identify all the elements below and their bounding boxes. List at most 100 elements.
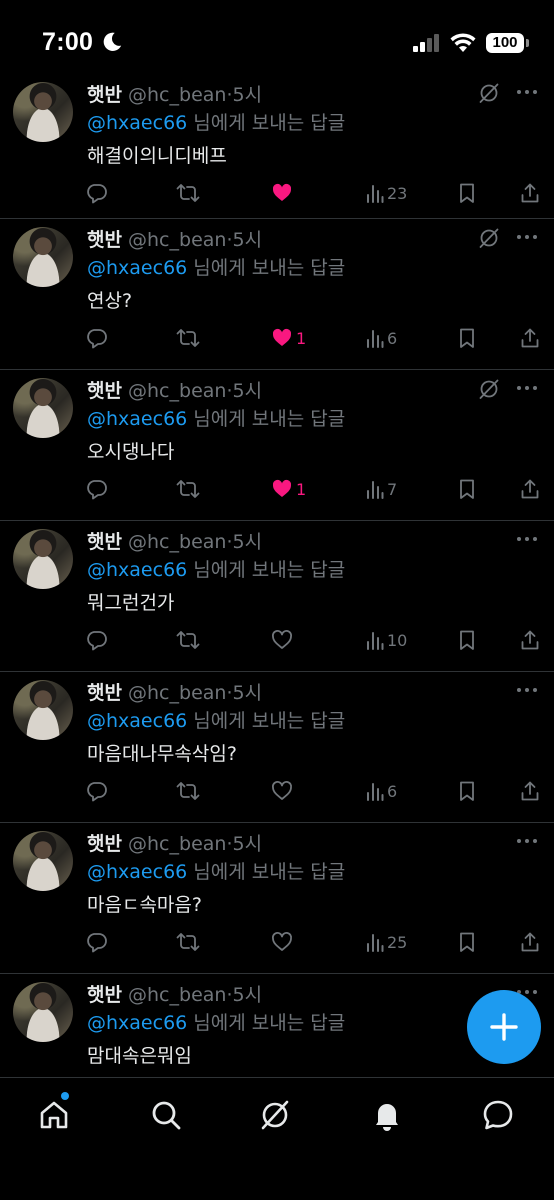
view-count: 6 xyxy=(387,328,398,348)
mention-link[interactable]: @hxaec66 xyxy=(87,861,187,883)
retweet-button[interactable] xyxy=(176,627,203,653)
views-button[interactable]: 25 xyxy=(366,929,407,955)
share-button[interactable] xyxy=(520,180,540,206)
like-button[interactable] xyxy=(271,180,296,206)
timestamp[interactable]: 5시 xyxy=(233,229,263,251)
timestamp[interactable]: 5시 xyxy=(233,380,263,402)
more-options-icon[interactable] xyxy=(515,82,539,106)
timestamp[interactable]: 5시 xyxy=(233,833,263,855)
mention-link[interactable]: @hxaec66 xyxy=(87,1012,187,1034)
nav-grok[interactable] xyxy=(255,1095,295,1135)
search-icon xyxy=(152,1101,181,1130)
views-button[interactable]: 6 xyxy=(366,325,397,351)
bookmark-button[interactable] xyxy=(457,778,477,804)
more-options-icon[interactable] xyxy=(515,227,539,251)
bookmark-button[interactable] xyxy=(457,929,477,955)
retweet-button[interactable] xyxy=(176,325,203,351)
reply-button[interactable] xyxy=(86,180,111,206)
share-button[interactable] xyxy=(520,627,540,653)
more-options-icon[interactable] xyxy=(515,378,539,402)
views-button[interactable]: 7 xyxy=(366,476,397,502)
like-button[interactable]: 1 xyxy=(271,325,306,351)
like-button[interactable] xyxy=(271,929,296,955)
tweet[interactable]: 햇반 @hc_bean·5시 @hxaec66 님에게 보내는 답글 마음대나무속삭… xyxy=(0,671,554,822)
bookmark-button[interactable] xyxy=(457,325,477,351)
views-button[interactable]: 23 xyxy=(366,180,407,206)
share-button[interactable] xyxy=(520,778,540,804)
tweet-header: 햇반 @hc_bean·5시 xyxy=(87,376,262,403)
more-options-icon[interactable] xyxy=(515,680,539,704)
nav-search[interactable] xyxy=(146,1095,186,1135)
display-name[interactable]: 햇반 xyxy=(87,84,122,106)
reply-feed[interactable]: 햇반 @hc_bean·5시 @hxaec66 님에게 보내는 답글 해결이의니디베… xyxy=(0,74,554,1077)
avatar[interactable] xyxy=(13,82,73,142)
display-name[interactable]: 햇반 xyxy=(87,682,122,704)
timestamp[interactable]: 5시 xyxy=(233,531,263,553)
share-button[interactable] xyxy=(520,929,540,955)
like-button[interactable] xyxy=(271,778,296,804)
avatar[interactable] xyxy=(13,227,73,287)
like-button[interactable]: 1 xyxy=(271,476,306,502)
tweet[interactable]: 햇반 @hc_bean·5시 @hxaec66 님에게 보내는 답글 마음ㄷ속마음?… xyxy=(0,822,554,973)
display-name[interactable]: 햇반 xyxy=(87,833,122,855)
username[interactable]: @hc_bean xyxy=(128,682,226,704)
bookmark-button[interactable] xyxy=(457,180,477,206)
views-button[interactable]: 10 xyxy=(366,627,407,653)
username[interactable]: @hc_bean xyxy=(128,229,226,251)
mention-link[interactable]: @hxaec66 xyxy=(87,257,187,279)
display-name[interactable]: 햇반 xyxy=(87,531,122,553)
mention-link[interactable]: @hxaec66 xyxy=(87,408,187,430)
timestamp[interactable]: 5시 xyxy=(233,682,263,704)
username[interactable]: @hc_bean xyxy=(128,380,226,402)
retweet-button[interactable] xyxy=(176,929,203,955)
retweet-button[interactable] xyxy=(176,476,203,502)
grok-icon[interactable] xyxy=(478,227,500,253)
avatar[interactable] xyxy=(13,982,73,1042)
avatar[interactable] xyxy=(13,378,73,438)
username[interactable]: @hc_bean xyxy=(128,84,226,106)
username[interactable]: @hc_bean xyxy=(128,984,226,1006)
mention-link[interactable]: @hxaec66 xyxy=(87,112,187,134)
tweet[interactable]: 햇반 @hc_bean·5시 @hxaec66 님에게 보내는 답글 해결이의니디베… xyxy=(0,74,554,218)
mention-link[interactable]: @hxaec66 xyxy=(87,559,187,581)
tweet[interactable]: 햇반 @hc_bean·5시 @hxaec66 님에게 보내는 답글 뭐그런건가 10 xyxy=(0,520,554,671)
reply-button[interactable] xyxy=(86,778,111,804)
avatar[interactable] xyxy=(13,831,73,891)
bookmark-button[interactable] xyxy=(457,476,477,502)
nav-home[interactable] xyxy=(34,1095,74,1135)
avatar[interactable] xyxy=(13,529,73,589)
nav-messages[interactable] xyxy=(478,1095,518,1135)
replying-to-label: 님에게 보내는 답글 xyxy=(187,861,346,883)
share-button[interactable] xyxy=(520,325,540,351)
retweet-icon xyxy=(176,478,200,500)
heart-icon xyxy=(271,629,293,651)
tweet[interactable]: 햇반 @hc_bean·5시 @hxaec66 님에게 보내는 답글 연상? 1 6 xyxy=(0,218,554,369)
views-button[interactable]: 6 xyxy=(366,778,397,804)
display-name[interactable]: 햇반 xyxy=(87,229,122,251)
more-options-icon[interactable] xyxy=(515,831,539,855)
mention-link[interactable]: @hxaec66 xyxy=(87,710,187,732)
timestamp[interactable]: 5시 xyxy=(233,84,263,106)
username[interactable]: @hc_bean xyxy=(128,531,226,553)
retweet-button[interactable] xyxy=(176,778,203,804)
like-button[interactable] xyxy=(271,627,296,653)
bookmark-button[interactable] xyxy=(457,627,477,653)
compose-button[interactable] xyxy=(467,990,541,1064)
battery-indicator: 100 xyxy=(486,33,524,53)
nav-notifications[interactable] xyxy=(367,1095,407,1135)
avatar[interactable] xyxy=(13,680,73,740)
reply-button[interactable] xyxy=(86,627,111,653)
share-button[interactable] xyxy=(520,476,540,502)
more-options-icon[interactable] xyxy=(515,529,539,553)
reply-button[interactable] xyxy=(86,929,111,955)
display-name[interactable]: 햇반 xyxy=(87,984,122,1006)
grok-icon[interactable] xyxy=(478,82,500,108)
retweet-button[interactable] xyxy=(176,180,203,206)
username[interactable]: @hc_bean xyxy=(128,833,226,855)
tweet[interactable]: 햇반 @hc_bean·5시 @hxaec66 님에게 보내는 답글 오시댕나다 1 7 xyxy=(0,369,554,520)
reply-button[interactable] xyxy=(86,325,111,351)
display-name[interactable]: 햇반 xyxy=(87,380,122,402)
timestamp[interactable]: 5시 xyxy=(233,984,263,1006)
reply-button[interactable] xyxy=(86,476,111,502)
grok-icon[interactable] xyxy=(478,378,500,404)
